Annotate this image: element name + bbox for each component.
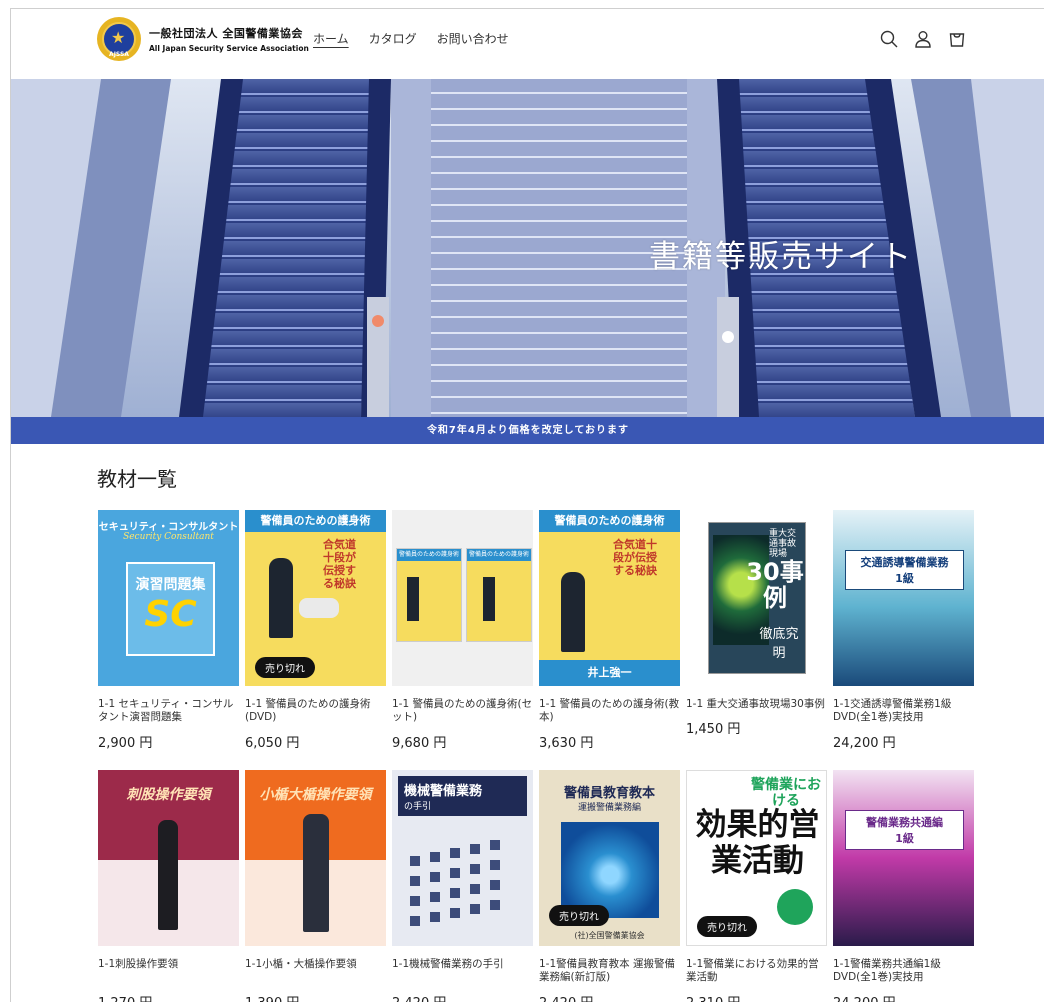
product-price: 2,310 円 [686, 992, 827, 1002]
product-price: 6,050 円 [245, 736, 300, 751]
sold-out-badge: 売り切れ [697, 916, 757, 937]
product-price: 2,900 円 [98, 736, 153, 751]
account-icon[interactable] [913, 29, 933, 49]
product-name[interactable]: 1-1 警備員のための護身術(教本) [539, 698, 680, 726]
nav-home[interactable]: ホーム [313, 30, 349, 50]
product-price: 1,390 円 [245, 992, 386, 1002]
product-image[interactable]: 警備業務共通編 1級 [833, 770, 974, 946]
product-image[interactable]: 警備業における 効果的営業活動 売り切れ [686, 770, 827, 946]
product-image[interactable]: 警備員のための護身術 合気道十段が伝授する秘訣 井上強一 [539, 510, 680, 686]
product-image[interactable]: 警備員教育教本 運搬警備業務編 (社)全国警備業協会 売り切れ [539, 770, 680, 946]
product-name[interactable]: 1-1 警備員のための護身術(DVD) [245, 698, 386, 726]
main-nav: ホーム カタログ お問い合わせ [313, 30, 509, 50]
product-price: 3,630 円 [539, 736, 594, 751]
section-title: 教材一覧 [97, 467, 177, 491]
product-card[interactable]: 警備業務共通編 1級 1-1警備業務共通編1級DVD(全1巻)実技用 24,20… [833, 770, 974, 1002]
product-card[interactable]: 交通誘導警備業務 1級 1-1交通誘導警備業務1級DVD(全1巻)実技用 24,… [833, 510, 974, 751]
logo-japanese-name: 一般社団法人 全国警備業協会 [149, 27, 303, 40]
product-card[interactable]: 警備員のための護身術 警備員のための護身術 1-1 警備員のための護身術(セット… [392, 510, 533, 751]
site-logo[interactable]: ★ AJSSA 一般社団法人 全国警備業協会 All Japan Securit… [97, 17, 309, 61]
logo-english-name: All Japan Security Service Association [149, 44, 309, 53]
product-name[interactable]: 1-1警備業における効果的営業活動 [686, 958, 827, 986]
product-image[interactable]: 小楯大楯操作要領 [245, 770, 386, 946]
hero-title: 書籍等販売サイト [649, 239, 913, 275]
product-price: 9,680 円 [392, 736, 447, 751]
product-name[interactable]: 1-1機械警備業務の手引 [392, 958, 533, 986]
product-image[interactable]: 警備員のための護身術 合気道十段が伝授する秘訣 売り切れ [245, 510, 386, 686]
product-name[interactable]: 1-1刺股操作要領 [98, 958, 239, 986]
association-emblem: ★ AJSSA [97, 17, 141, 61]
header-icons [879, 29, 967, 49]
product-name[interactable]: 1-1小楯・大楯操作要領 [245, 958, 386, 986]
sold-out-badge: 売り切れ [549, 905, 609, 926]
product-card[interactable]: 警備員のための護身術 合気道十段が伝授する秘訣 井上強一 1-1 警備員のための… [539, 510, 680, 751]
product-name[interactable]: 1-1警備員教育教本 運搬警備業務編(新訂版) [539, 958, 680, 986]
page-frame: ★ AJSSA 一般社団法人 全国警備業協会 All Japan Securit… [10, 8, 1044, 1002]
product-card[interactable]: 警備員教育教本 運搬警備業務編 (社)全国警備業協会 売り切れ 1-1警備員教育… [539, 770, 680, 1002]
product-price: 1,450 円 [686, 722, 741, 737]
product-card[interactable]: セキュリティ・コンサルタント Security Consultant 演習問題集… [98, 510, 239, 751]
product-image[interactable]: セキュリティ・コンサルタント Security Consultant 演習問題集… [98, 510, 239, 686]
sold-out-badge: 売り切れ [255, 657, 315, 678]
product-name[interactable]: 1-1 セキュリティ・コンサルタント演習問題集 [98, 698, 239, 726]
product-card[interactable]: 警備員のための護身術 合気道十段が伝授する秘訣 売り切れ 1-1 警備員のための… [245, 510, 386, 751]
product-name[interactable]: 1-1警備業務共通編1級DVD(全1巻)実技用 [833, 958, 974, 986]
product-name[interactable]: 1-1交通誘導警備業務1級DVD(全1巻)実技用 [833, 698, 974, 726]
site-header: ★ AJSSA 一般社団法人 全国警備業協会 All Japan Securit… [11, 9, 1044, 79]
product-card[interactable]: 刺股操作要領 1-1刺股操作要領 1,270 円 [98, 770, 239, 1002]
product-price: 1,270 円 [98, 992, 239, 1002]
hero-banner: 書籍等販売サイト [11, 79, 1044, 417]
cart-icon[interactable] [947, 29, 967, 49]
nav-catalog[interactable]: カタログ [369, 30, 417, 50]
product-price: 24,200 円 [833, 992, 974, 1002]
product-image[interactable]: 重大交通事故現場 30事例 徹底究明 [686, 510, 827, 686]
announcement-bar: 令和7年4月より価格を改定しております [11, 417, 1044, 444]
product-card[interactable]: 重大交通事故現場 30事例 徹底究明 1-1 重大交通事故現場30事例 1,45… [686, 510, 827, 737]
product-price: 24,200 円 [833, 736, 896, 751]
product-image[interactable]: 交通誘導警備業務 1級 [833, 510, 974, 686]
product-image[interactable]: 機械警備業務 の手引 [392, 770, 533, 946]
nav-contact[interactable]: お問い合わせ [437, 30, 509, 50]
product-card[interactable]: 小楯大楯操作要領 1-1小楯・大楯操作要領 1,390 円 [245, 770, 386, 1002]
product-image[interactable]: 警備員のための護身術 警備員のための護身術 [392, 510, 533, 686]
product-card[interactable]: 警備業における 効果的営業活動 売り切れ 1-1警備業における効果的営業活動 2… [686, 770, 827, 1002]
product-name[interactable]: 1-1 警備員のための護身術(セット) [392, 698, 533, 726]
product-image[interactable]: 刺股操作要領 [98, 770, 239, 946]
search-icon[interactable] [879, 29, 899, 49]
product-card[interactable]: 機械警備業務 の手引 1-1機械警備業務の手引 2,420 円 [392, 770, 533, 1002]
product-price: 2,420 円 [539, 992, 680, 1002]
product-price: 2,420 円 [392, 992, 533, 1002]
